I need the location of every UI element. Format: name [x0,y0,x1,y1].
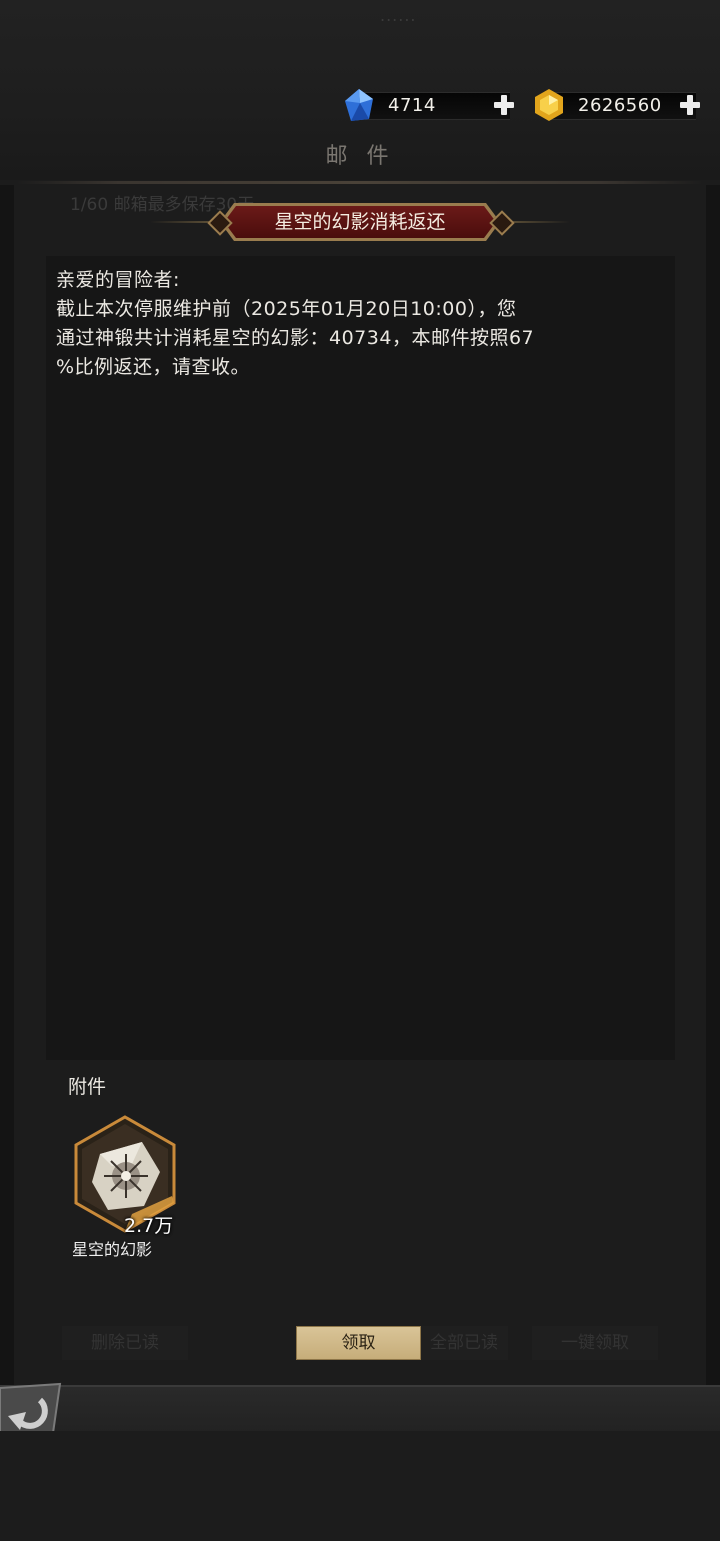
claim-all-button: 一键领取 [532,1326,658,1360]
mail-subject: 星空的幻影消耗返还 [274,211,446,233]
item-count: 2.7万 [124,1215,174,1237]
gold-gem-icon [535,89,563,121]
gold-currency-bar: 2626560 [535,89,700,121]
crystal-currency-bar: 4714 [345,89,514,121]
blue-crystal-icon [345,89,373,121]
add-crystal-button[interactable] [490,91,516,117]
add-gold-button[interactable] [676,91,702,117]
attachments-label: 附件 [68,1076,107,1098]
mail-body-line: 截止本次停服维护前（2025年01月20日10:00），您 [56,298,517,320]
footer-area [0,1431,720,1541]
mail-greeting: 亲爱的冒险者: [56,269,180,291]
claim-button[interactable]: 领取 [296,1326,421,1360]
faint-top-text: ...... [380,6,417,25]
page-title: 邮 件 [325,144,395,169]
crystal-amount: 4714 [388,95,436,116]
mail-body: 亲爱的冒险者: 截止本次停服维护前（2025年01月20日10:00），您 通过… [56,266,671,382]
bottom-bar [0,1385,720,1433]
mail-body-line: %比例返还，请查收。 [56,356,251,378]
title-divider [16,181,704,184]
delete-read-button: 删除已读 [62,1326,188,1360]
read-all-button: 全部已读 [420,1326,508,1360]
item-name: 星空的幻影 [72,1240,153,1259]
left-rail [0,185,14,1385]
mail-body-line: 通过神锻共计消耗星空的幻影：40734，本邮件按照67 [56,327,535,349]
right-rail [706,185,720,1385]
gold-amount: 2626560 [578,95,662,116]
